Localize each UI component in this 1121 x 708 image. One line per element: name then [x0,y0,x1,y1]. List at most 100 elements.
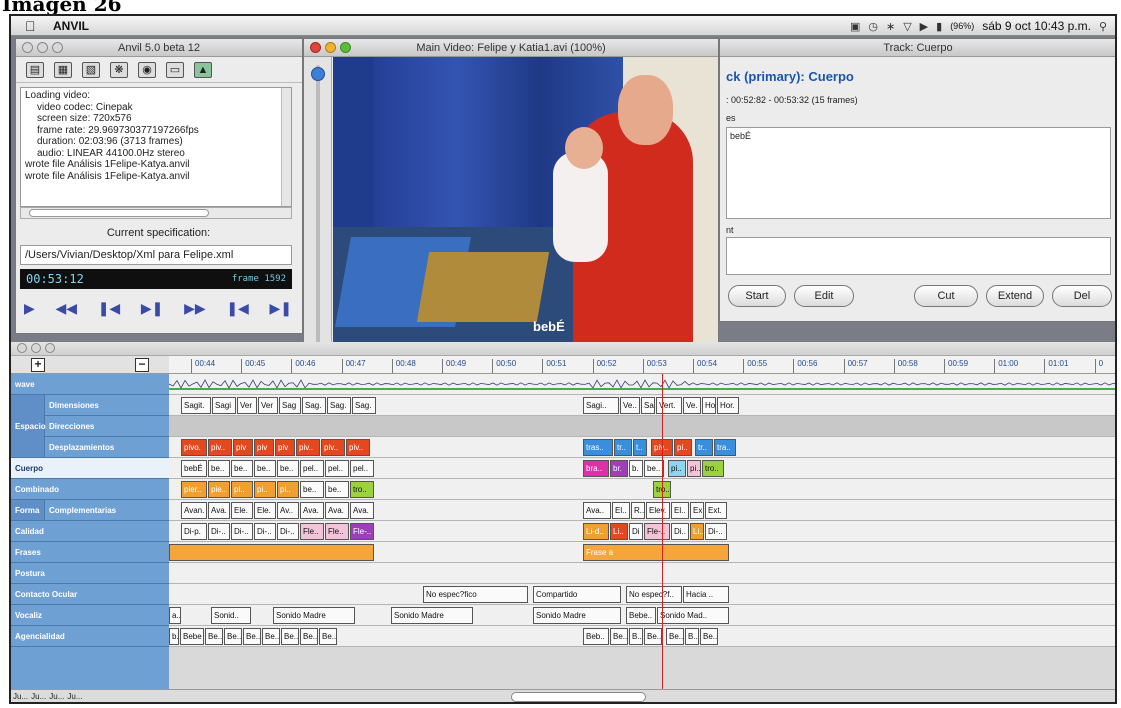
monitor-icon[interactable]: ▭ [166,61,184,78]
annotation-element[interactable]: Be.. [644,628,662,645]
annotation-element[interactable]: piv.. [296,439,320,456]
annotation-element[interactable]: Bebe.. [626,607,656,624]
annotation-element[interactable]: No espec?f.. [626,586,682,603]
menubar-clock[interactable]: sáb 9 oct 10:43 p.m. [982,19,1091,33]
cut-button[interactable]: Cut [914,285,978,307]
annotation-element[interactable]: B.. [629,628,643,645]
volume-knob[interactable] [311,67,325,81]
bluetooth-icon[interactable]: ∗ [886,20,895,33]
close-button[interactable] [22,42,33,53]
annotation-element[interactable]: Be.. [610,628,628,645]
wifi-icon[interactable]: ▽ [903,20,911,33]
track-lane[interactable] [169,563,1115,584]
track-label-calidad[interactable]: Calidad [11,521,169,542]
track-lane[interactable]: No espec?fico Compartido No espec?f.. Hacia… [169,584,1115,605]
annotation-element[interactable]: Fle-.. [350,523,374,540]
annotation-element[interactable]: Li.. [690,523,704,540]
annotation-element[interactable]: pel.. [325,460,349,477]
annotation-element[interactable]: Be.. [666,628,684,645]
comment-box[interactable] [726,237,1111,275]
annotation-element[interactable]: Li.. [610,523,628,540]
track-label-desplazamientos[interactable]: Desplazamientos [45,437,169,458]
tracks-area[interactable]: Sagit. Sagi Ver Ver Sag Sag. Sag. Sag. Sagi.. Ve.… [169,374,1115,689]
log-hscrollbar[interactable] [20,207,292,219]
annotation-element[interactable]: tr.. [695,439,713,456]
zoom-button[interactable] [52,42,63,53]
annotation-element[interactable]: bra.. [583,460,609,477]
annotation-element[interactable]: t.. [633,439,647,456]
track-label-agencialidad[interactable]: Agencialidad [11,626,169,647]
annotation-element[interactable]: a.. [169,607,181,624]
clock-icon[interactable]: ◷ [868,20,878,33]
timeline-hscroll-thumb[interactable] [511,692,646,702]
track-lane[interactable]: pier..pie..pi..pi..pi..be..be..tro..tro.… [169,479,1115,500]
minimize-button[interactable] [37,42,48,53]
annotation-element[interactable]: Ver [258,397,278,414]
app-menu[interactable]: ANVIL [53,19,89,33]
rewind-icon[interactable]: ◀◀ [55,300,77,317]
annotation-element[interactable]: Be.. [700,628,718,645]
annotation-element[interactable]: Beb.. [583,628,609,645]
annotation-element[interactable]: Ava. [300,502,324,519]
annotation-element[interactable]: pi.. [668,460,686,477]
annotation-element[interactable]: Be.. [243,628,261,645]
annotation-element[interactable]: Frase a [583,544,729,561]
annotation-element[interactable]: Avan. [181,502,207,519]
annotation-element[interactable]: Ele. [231,502,253,519]
annotation-element[interactable]: Sag [279,397,301,414]
track-lane[interactable]: Sagit. Sagi Ver Ver Sag Sag. Sag. Sag. Sagi.. Ve.… [169,395,1115,416]
annotation-element[interactable]: Ho [702,397,716,414]
next-marker-icon[interactable]: ▶❚ [270,300,293,317]
annotation-element[interactable]: piv.. [321,439,345,456]
track-label-combinado[interactable]: Combinado [11,479,169,500]
annotation-element[interactable]: Sag. [327,397,351,414]
annotation-element[interactable]: Di-p. [181,523,207,540]
annotation-element[interactable]: Sonido Madre [391,607,473,624]
track-lane[interactable]: Avan. Ava. Ele. Ele. Av.. Ava. Ava. Ava. Ava.. El… [169,500,1115,521]
annotation-element[interactable]: tr.. [614,439,632,456]
annotation-element[interactable]: be.. [300,481,324,498]
annotation-element[interactable]: bebÉ [181,460,207,477]
annotation-element[interactable]: Bebe [180,628,204,645]
annotation-element[interactable]: Sonido Madre [273,607,355,624]
track-lane[interactable]: Di-p. Di-.. Di-.. Di-.. Di-.. Fle.. Fle.. Fle-.… [169,521,1115,542]
binoculars-icon[interactable]: ◉ [138,61,156,78]
annotation-element[interactable]: Compartido [533,586,621,603]
annotation-element[interactable]: Ava. [325,502,349,519]
spotlight-icon[interactable]: ⚲ [1099,20,1107,33]
time-ruler[interactable]: 00:44 00:45 00:46 00:47 00:48 00:49 00:50 00:51… [169,356,1115,374]
annotation-element[interactable]: pi.. [277,481,299,498]
annotation-element[interactable]: Di-.. [208,523,230,540]
annotation-element[interactable]: Sagi [212,397,236,414]
annotation-element[interactable]: tro.. [350,481,374,498]
annotation-element[interactable]: Av.. [277,502,299,519]
annotation-element[interactable]: Ava. [208,502,230,519]
track-lane[interactable]: Frase a [169,542,1115,563]
annotation-element[interactable]: Ver [237,397,257,414]
track-lane[interactable]: bebÉ be.. be.. be.. be.. pel.. pel.. pel.. bra..… [169,458,1115,479]
annotation-element[interactable]: Be.. [300,628,318,645]
annotation-element[interactable]: Hor. [717,397,739,414]
annotation-element[interactable]: Ele. [254,502,276,519]
track-lane[interactable] [169,374,1115,395]
annotation-element[interactable]: Ext. [705,502,727,519]
bottom-tab[interactable]: Ju... [67,692,82,701]
zoom-in-button[interactable]: + [31,358,45,372]
document-icon[interactable]: ▧ [82,61,100,78]
track-label-vocaliz[interactable]: Vocaliz [11,605,169,626]
annotation-element[interactable]: pi.. [254,481,276,498]
annotation-element[interactable]: pier.. [181,481,207,498]
fast-forward-icon[interactable]: ▶▶ [184,300,206,317]
timeline-close-button[interactable] [17,343,27,353]
zoom-out-button[interactable]: − [135,358,149,372]
annotation-element[interactable]: pel.. [300,460,324,477]
annotation-element[interactable]: be.. [277,460,299,477]
annotation-element[interactable]: No espec?fico [423,586,528,603]
log-scrollbar[interactable] [281,88,291,206]
bottom-tab[interactable]: Ju... [31,692,46,701]
annotation-element[interactable]: pie.. [208,481,230,498]
annotation-element[interactable]: Be.. [262,628,280,645]
annotation-element[interactable]: piv [233,439,253,456]
track-lane[interactable] [169,416,1115,437]
annotation-element[interactable]: Di-.. [705,523,727,540]
